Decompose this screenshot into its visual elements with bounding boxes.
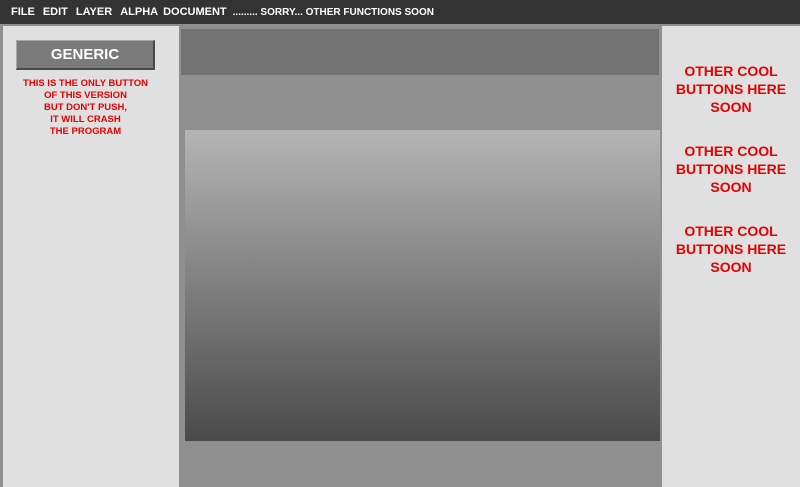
placeholder-line: BUTTONS HERE	[675, 161, 787, 177]
menu-alpha[interactable]: ALPHA	[120, 6, 158, 18]
left-panel: GENERIC THIS IS THE ONLY BUTTON OF THIS …	[3, 26, 179, 487]
menu-file[interactable]: FILE	[11, 6, 35, 18]
placeholder-line: OTHER COOL	[684, 223, 778, 239]
generic-button[interactable]: GENERIC	[16, 40, 155, 70]
placeholder-text-1: OTHER COOL BUTTONS HERE SOON	[662, 62, 800, 116]
placeholder-line: SOON	[710, 259, 752, 275]
placeholder-line: SOON	[710, 179, 752, 195]
workspace: GENERIC THIS IS THE ONLY BUTTON OF THIS …	[0, 24, 800, 487]
center-toolbar	[181, 29, 659, 75]
placeholder-line: OTHER COOL	[684, 63, 778, 79]
menu-edit[interactable]: EDIT	[43, 6, 68, 18]
placeholder-text-3: OTHER COOL BUTTONS HERE SOON	[662, 222, 800, 276]
menu-document[interactable]: DOCUMENT	[163, 6, 227, 18]
warning-line: THIS IS THE ONLY BUTTON	[23, 78, 148, 89]
right-panel: OTHER COOL BUTTONS HERE SOON OTHER COOL …	[662, 26, 800, 487]
placeholder-text-2: OTHER COOL BUTTONS HERE SOON	[662, 142, 800, 196]
warning-line: OF THIS VERSION	[44, 90, 127, 101]
menu-layer[interactable]: LAYER	[76, 6, 112, 18]
warning-line: BUT DON'T PUSH,	[43, 102, 127, 113]
warning-line: IT WILL CRASH	[50, 114, 121, 125]
menu-bar: FILE EDIT LAYER ALPHA DOCUMENT .........…	[0, 0, 800, 24]
warning-text: THIS IS THE ONLY BUTTON OF THIS VERSION …	[3, 78, 168, 138]
warning-line: THE PROGRAM	[49, 126, 122, 137]
placeholder-line: OTHER COOL	[684, 143, 778, 159]
placeholder-line: BUTTONS HERE	[675, 81, 787, 97]
drawing-canvas[interactable]	[185, 130, 660, 441]
placeholder-line: SOON	[710, 99, 752, 115]
menu-note: ......... SORRY... OTHER FUNCTIONS SOON	[232, 6, 434, 18]
placeholder-line: BUTTONS HERE	[675, 241, 787, 257]
